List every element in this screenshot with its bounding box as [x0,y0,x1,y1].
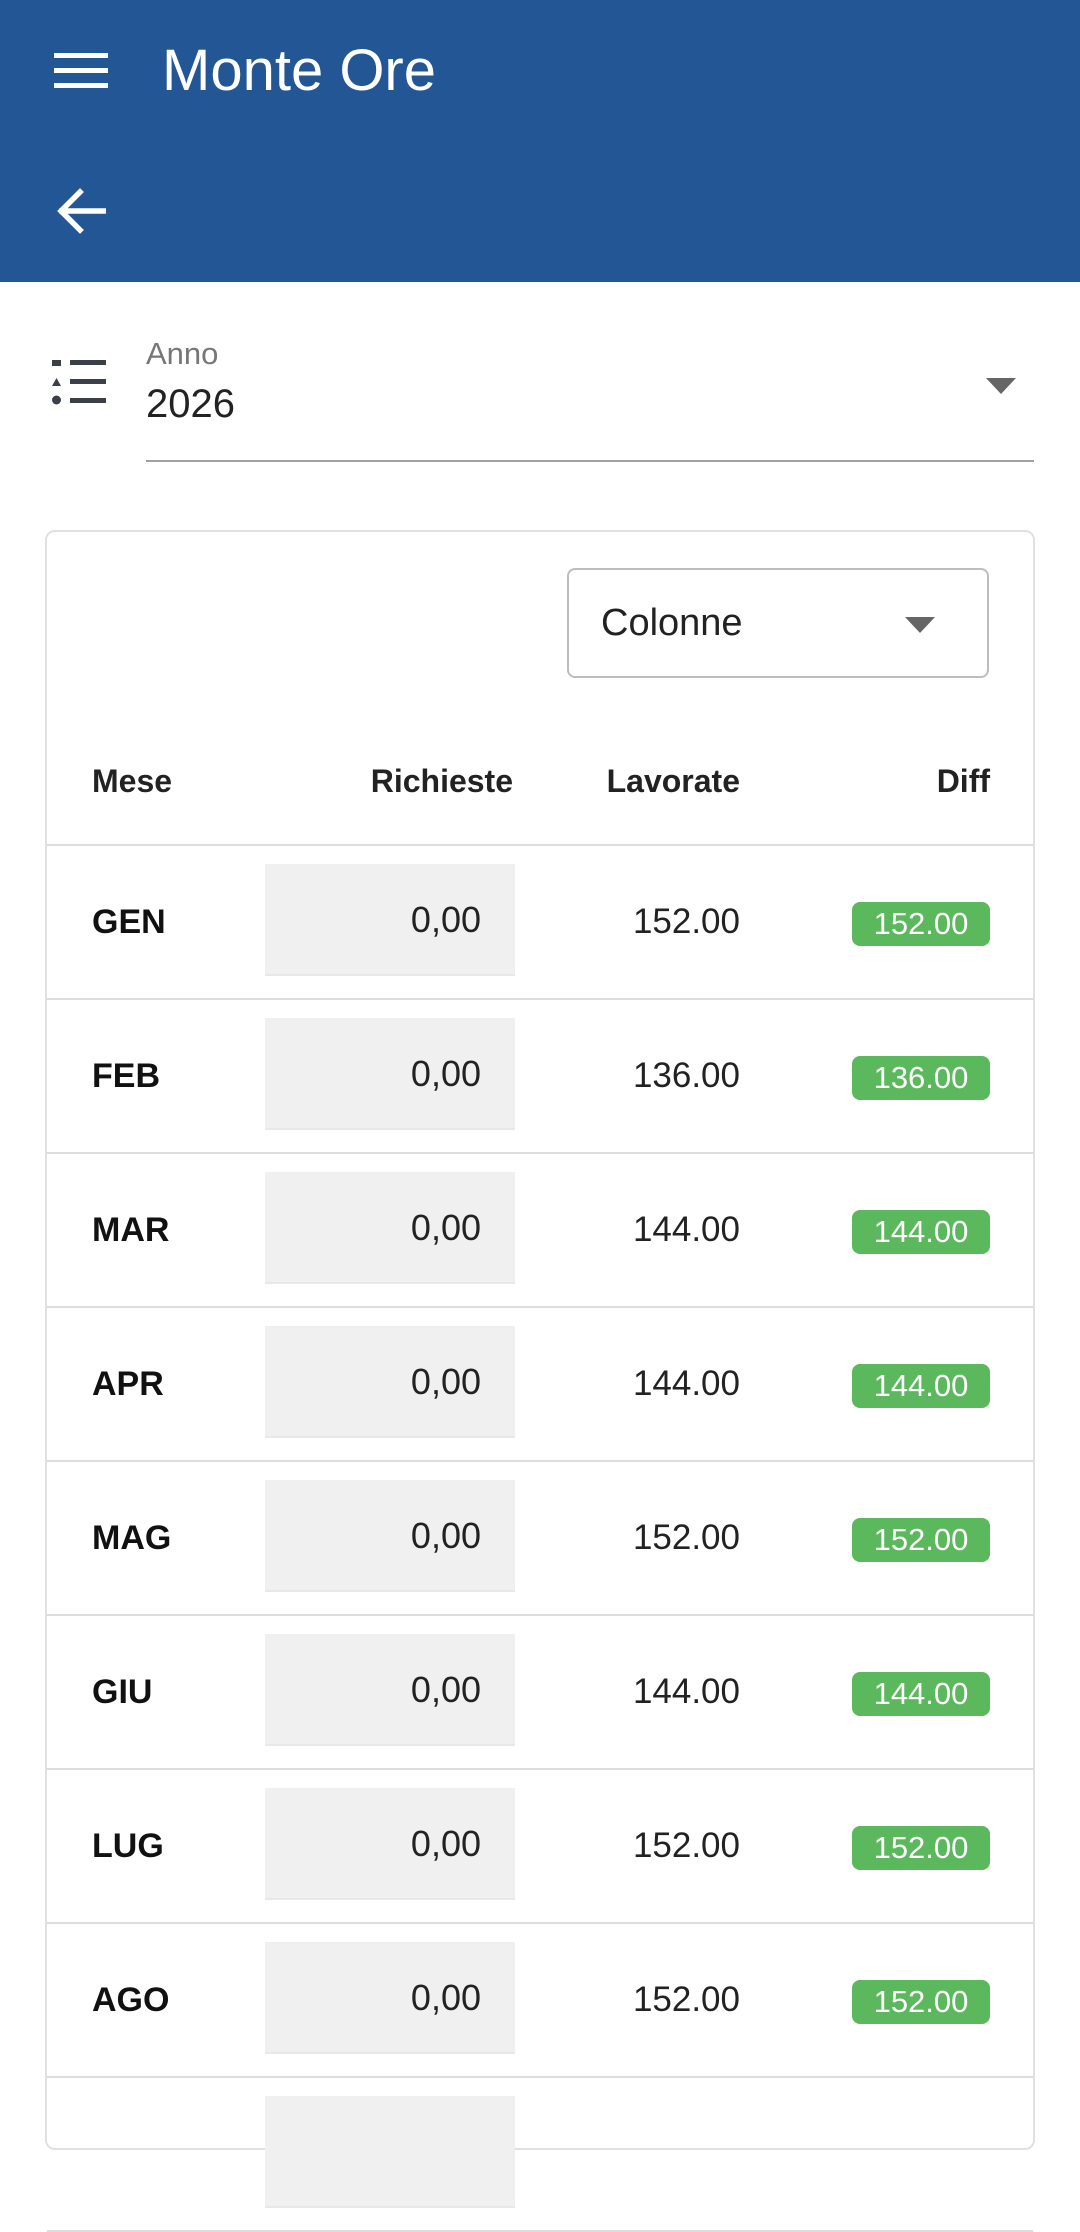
diff-badge: 152.00 [852,1980,990,2024]
table-body: GEN 0,00 152.00 152.00 FEB 0,00 136.00 1… [47,846,1033,2232]
menu-button[interactable] [40,36,122,106]
month-cell: MAG [92,1519,172,1557]
caret-down-icon [905,617,935,633]
month-cell: LUG [92,1827,164,1865]
lavorate-cell: 152.00 [632,1980,740,2019]
table-row: GIU 0,00 144.00 144.00 [47,1616,1033,1770]
table-row: MAR 0,00 144.00 144.00 [47,1154,1033,1308]
columns-select-label: Colonne [601,602,743,644]
richieste-input[interactable]: 0,00 [265,864,515,976]
diff-badge: 144.00 [852,1210,990,1254]
table-row: MAG 0,00 152.00 152.00 [47,1462,1033,1616]
lavorate-cell: 144.00 [632,1364,740,1403]
year-label: Anno [146,336,219,371]
column-header-richieste[interactable]: Richieste [371,718,513,844]
month-cell: MAR [92,1211,170,1249]
columns-select[interactable]: Colonne [567,568,989,678]
back-button[interactable] [40,176,122,246]
table-row: GEN 0,00 152.00 152.00 [47,846,1033,1000]
richieste-input[interactable]: 0,00 [265,1172,515,1284]
richieste-input[interactable]: 0,00 [265,1788,515,1900]
richieste-input[interactable]: 0,00 [265,1018,515,1130]
month-cell: GIU [92,1673,153,1711]
menu-icon [54,53,108,88]
diff-badge: 144.00 [852,1672,990,1716]
table-row: APR 0,00 144.00 144.00 [47,1308,1033,1462]
month-cell: FEB [92,1057,160,1095]
richieste-input[interactable]: 0,00 [265,1326,515,1438]
year-select[interactable]: Anno 2026 [146,330,1034,462]
diff-badge: 144.00 [852,1364,990,1408]
app-bar: Monte Ore [0,0,1080,282]
lavorate-cell: 152.00 [632,902,740,941]
diff-badge: 136.00 [852,1056,990,1100]
caret-down-icon [986,378,1016,394]
table-row: FEB 0,00 136.00 136.00 [47,1000,1033,1154]
table-row: AGO 0,00 152.00 152.00 [47,1924,1033,2078]
year-value: 2026 [146,382,235,426]
table-row: LUG 0,00 152.00 152.00 [47,1770,1033,1924]
lavorate-cell: 136.00 [632,1056,740,1095]
column-header-mese[interactable]: Mese [92,718,172,844]
list-icon [52,360,106,405]
column-header-diff[interactable]: Diff [937,718,990,844]
lavorate-cell: 152.00 [632,1826,740,1865]
hours-table-card: Colonne Mese Richieste Lavorate Diff GEN… [45,530,1035,2232]
page-title: Monte Ore [162,38,436,103]
lavorate-cell: 152.00 [632,1518,740,1557]
diff-badge: 152.00 [852,902,990,946]
month-cell: AGO [92,1981,170,2019]
lavorate-cell: 144.00 [632,1210,740,1249]
diff-badge: 152.00 [852,1826,990,1870]
table-header: Mese Richieste Lavorate Diff [47,718,1033,846]
arrow-back-icon [57,188,106,234]
month-cell: GEN [92,903,166,941]
richieste-input[interactable]: 0,00 [265,1634,515,1746]
column-header-lavorate[interactable]: Lavorate [607,718,740,844]
table-row-partial [47,2078,1033,2232]
richieste-input[interactable]: 0,00 [265,1942,515,2054]
diff-badge: 152.00 [852,1518,990,1562]
richieste-input[interactable] [265,2096,515,2208]
richieste-input[interactable]: 0,00 [265,1480,515,1592]
month-cell: APR [92,1365,164,1403]
lavorate-cell: 144.00 [632,1672,740,1711]
